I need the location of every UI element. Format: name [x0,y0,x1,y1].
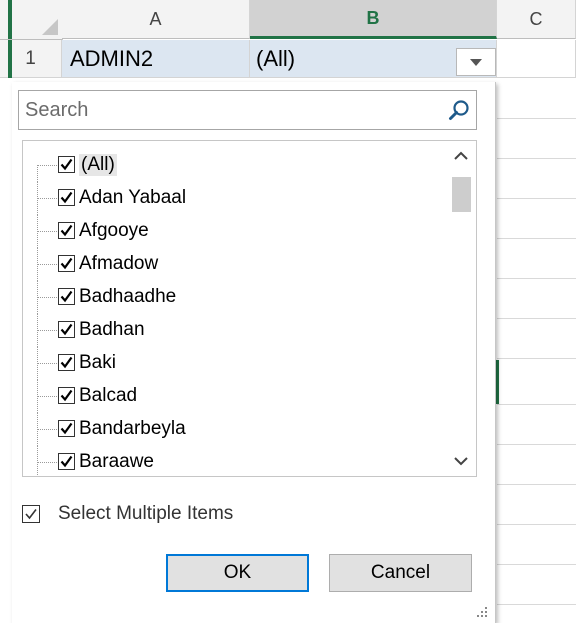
tree-branch [37,363,57,364]
item-checkbox[interactable] [58,189,75,206]
resize-grip-icon[interactable] [475,605,489,619]
item-checkbox[interactable] [58,321,75,338]
grid-line [497,444,576,445]
row-header-accent [8,40,12,78]
search-icon[interactable] [448,99,470,121]
item-label: Afmadow [79,253,159,274]
item-label: Bandarbeyla [79,418,186,439]
item-label: Badhan [79,319,145,340]
grid-line [497,278,576,279]
autofilter-panel: (All) Adan Yabaal Afgooye Afmadow Badhaadhe B… [12,82,496,623]
filter-list-item[interactable]: Baki [23,347,443,380]
checkmark-icon [25,509,37,520]
filter-items: (All) Adan Yabaal Afgooye Afmadow Badhaadhe B… [23,149,443,476]
grid-line [497,484,576,485]
filter-list-item[interactable]: Baraawe [23,446,443,476]
item-label: Afgooye [79,220,149,241]
filter-list-item[interactable]: Afmadow [23,248,443,281]
filter-list-item[interactable]: Afgooye [23,215,443,248]
item-checkbox[interactable] [58,222,75,239]
dropdown-arrow-icon [470,58,482,66]
filter-values-list[interactable]: (All) Adan Yabaal Afgooye Afmadow Badhaadhe B… [22,140,477,477]
column-header-b[interactable]: B [250,0,497,39]
checkmark-icon [60,389,73,402]
grid-line [497,198,576,199]
tree-branch [37,198,57,199]
tree-branch [37,264,57,265]
grid-line [497,404,576,405]
checkmark-icon [60,257,73,270]
filter-list-item[interactable]: Adan Yabaal [23,182,443,215]
item-checkbox[interactable] [58,420,75,437]
grid-line [497,238,576,239]
filter-list-item[interactable]: (All) [23,149,443,182]
chevron-up-icon [454,151,468,160]
search-box[interactable] [18,90,477,130]
checkmark-icon [60,290,73,303]
grid-line [497,318,576,319]
vertical-scrollbar[interactable] [446,141,476,476]
select-multiple-checkbox[interactable] [22,505,40,523]
filter-dropdown-button[interactable] [456,48,496,76]
grid-line [497,604,576,605]
filter-list-item[interactable]: Badhan [23,314,443,347]
filter-list-item[interactable]: Balcad [23,380,443,413]
cell-b1-value: (All) [256,45,296,71]
corner-accent [8,0,12,39]
select-multiple-items-option[interactable]: Select Multiple Items [22,502,233,526]
item-label: (All) [79,154,117,176]
tree-branch [37,396,57,397]
checkmark-icon [60,356,73,369]
item-checkbox[interactable] [58,288,75,305]
checkmark-icon [60,455,73,468]
column-header-c[interactable]: C [497,0,576,39]
tree-branch [37,330,57,331]
tree-branch [37,462,57,463]
grid-line [497,524,576,525]
scroll-thumb[interactable] [452,177,471,212]
select-all-triangle-icon [42,19,58,35]
item-label: Badhaadhe [79,286,177,307]
scroll-down-button[interactable] [446,446,476,476]
scroll-up-button[interactable] [446,141,476,171]
item-label: Baki [79,352,116,373]
tree-branch [37,231,57,232]
tree-branch [37,429,57,430]
filter-list-item[interactable]: Badhaadhe [23,281,443,314]
checkmark-icon [60,191,73,204]
column-header-a[interactable]: A [62,0,250,39]
item-label: Adan Yabaal [79,187,187,208]
grid-line [497,564,576,565]
cancel-button[interactable]: Cancel [329,554,472,592]
tree-branch [37,297,57,298]
grid-line [497,158,576,159]
select-all-corner[interactable] [0,0,63,40]
cell-a1-value: ADMIN2 [70,45,154,71]
checkmark-icon [60,224,73,237]
checkmark-icon [60,158,73,171]
item-checkbox[interactable] [58,156,75,173]
select-multiple-label: Select Multiple Items [58,503,234,524]
item-label: Baraawe [79,451,154,472]
cell-c1[interactable] [497,40,576,78]
tree-branch [37,165,57,166]
grid-line [497,118,576,119]
item-checkbox[interactable] [58,453,75,470]
item-checkbox[interactable] [58,387,75,404]
chevron-down-icon [454,457,468,466]
item-checkbox[interactable] [58,354,75,371]
grid-line [497,358,576,359]
search-input[interactable] [19,91,445,129]
item-checkbox[interactable] [58,255,75,272]
ok-button[interactable]: OK [166,554,309,592]
checkmark-icon [60,323,73,336]
filter-list-item[interactable]: Bandarbeyla [23,413,443,446]
checkmark-icon [60,422,73,435]
item-label: Balcad [79,385,138,406]
cell-a1[interactable]: ADMIN2 [62,40,250,78]
tree-connector [37,165,38,182]
